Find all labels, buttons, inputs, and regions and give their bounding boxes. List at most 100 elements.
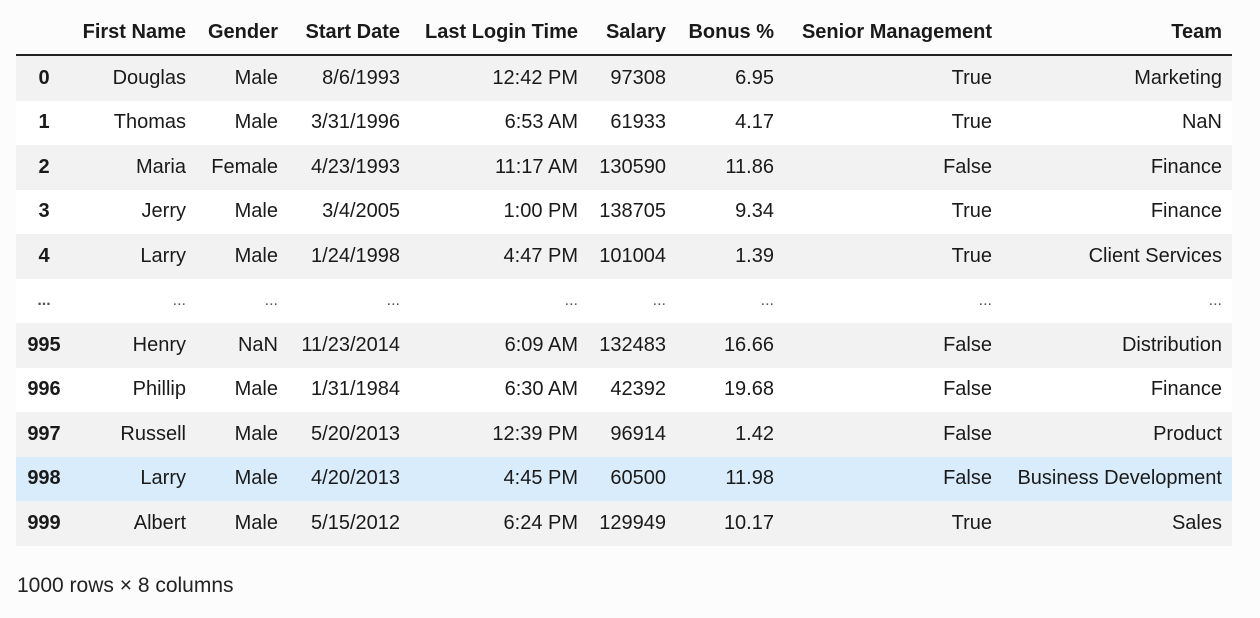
table-row: 4 Larry Male 1/24/1998 4:47 PM 101004 1.39 True… [16, 234, 1232, 279]
header-first-name: First Name [72, 10, 196, 56]
team-cell: ... [1208, 291, 1222, 309]
salary-cell: 130590 [599, 155, 666, 178]
first-name-cell: Larry [140, 467, 186, 490]
table-body: 0 Douglas Male 8/6/1993 12:42 PM 97308 6.95 Tru… [16, 55, 1232, 546]
gender-cell: ... [264, 291, 278, 309]
last-login-time-cell: 1:00 PM [503, 200, 578, 223]
dataframe-table: First Name Gender Start Date Last Login … [16, 10, 1232, 546]
start-date-cell: 3/31/1996 [311, 111, 400, 134]
shape-summary: 1000 rows × 8 columns [17, 574, 234, 597]
row-index: 995 [27, 333, 61, 356]
table-row: 2 Maria Female 4/23/1993 11:17 AM 130590 11.86… [16, 145, 1232, 190]
header-start-date: Start Date [288, 10, 410, 56]
header-bonus: Bonus % [676, 10, 784, 56]
row-index: 4 [38, 244, 50, 267]
gender-cell: Male [234, 111, 278, 134]
first-name-cell: ... [172, 291, 186, 309]
first-name-cell: Douglas [112, 66, 186, 89]
team-cell: Business Development [1017, 467, 1222, 490]
table-header: First Name Gender Start Date Last Login … [16, 10, 1232, 56]
table-row: 996 Phillip Male 1/31/1984 6:30 AM 42392 19.68… [16, 367, 1232, 412]
bonus-cell: 11.98 [725, 467, 774, 490]
last-login-time-cell: 6:30 AM [504, 378, 578, 401]
last-login-time-cell: 4:45 PM [503, 467, 578, 490]
gender-cell: Male [234, 511, 278, 534]
header-last-login-time: Last Login Time [410, 10, 588, 56]
gender-cell: Male [234, 378, 278, 401]
row-index: 998 [27, 467, 61, 490]
header-senior-management: Senior Management [784, 10, 1002, 56]
start-date-cell: 11/23/2014 [301, 333, 400, 356]
row-index: 996 [27, 378, 61, 401]
row-index: 1 [38, 111, 50, 134]
start-date-cell: 5/20/2013 [311, 422, 400, 445]
dataframe-output: First Name Gender Start Date Last Login … [0, 0, 1260, 618]
row-index: 999 [27, 511, 61, 534]
first-name-cell: Phillip [132, 378, 186, 401]
team-cell: NaN [1181, 111, 1222, 134]
salary-cell: 138705 [599, 200, 666, 223]
start-date-cell: 5/15/2012 [311, 511, 400, 534]
table-row: 999 Albert Male 5/15/2012 6:24 PM 129949 10.17… [16, 501, 1232, 546]
row-index: 3 [38, 200, 50, 223]
first-name-cell: Albert [133, 511, 186, 534]
first-name-cell: Henry [132, 333, 186, 356]
last-login-time-cell: 11:17 AM [494, 155, 578, 178]
bonus-cell: 16.66 [723, 333, 774, 356]
last-login-time-cell: 6:53 AM [504, 111, 578, 134]
last-login-time-cell: 4:47 PM [503, 244, 578, 267]
row-index: 2 [38, 155, 50, 178]
gender-cell: Male [234, 422, 278, 445]
bonus-cell: 11.86 [725, 155, 774, 178]
salary-cell: 61933 [610, 111, 666, 134]
team-cell: Marketing [1134, 66, 1222, 89]
senior-management-cell: True [951, 111, 992, 134]
team-cell: Finance [1150, 155, 1222, 178]
first-name-cell: Maria [135, 155, 186, 178]
last-login-time-cell: 12:39 PM [492, 422, 578, 445]
header-salary: Salary [588, 10, 676, 56]
last-login-time-cell: ... [564, 291, 578, 309]
team-cell: Finance [1150, 378, 1222, 401]
first-name-cell: Larry [140, 244, 186, 267]
salary-cell: 101004 [599, 244, 666, 267]
row-index: 0 [38, 66, 50, 89]
header-index [16, 10, 72, 56]
bonus-cell: 1.42 [735, 422, 774, 445]
salary-cell: ... [652, 291, 666, 309]
bonus-cell: 9.34 [735, 200, 774, 223]
salary-cell: 42392 [610, 378, 666, 401]
senior-management-cell: False [943, 422, 992, 445]
gender-cell: Male [234, 244, 278, 267]
team-cell: Client Services [1088, 244, 1222, 267]
row-index: ... [37, 291, 51, 309]
header-row: First Name Gender Start Date Last Login … [16, 10, 1232, 56]
table-row: 3 Jerry Male 3/4/2005 1:00 PM 138705 9.34 True F… [16, 189, 1232, 234]
first-name-cell: Thomas [113, 111, 186, 134]
team-cell: Sales [1171, 511, 1222, 534]
gender-cell: NaN [237, 333, 278, 356]
start-date-cell: ... [386, 291, 400, 309]
table-row: ........................... [16, 278, 1232, 323]
first-name-cell: Jerry [141, 200, 186, 223]
gender-cell: Male [234, 66, 278, 89]
start-date-cell: 1/24/1998 [311, 244, 400, 267]
senior-management-cell: True [951, 200, 992, 223]
senior-management-cell: False [943, 378, 992, 401]
table-row: 995 Henry NaN 11/23/2014 6:09 AM 132483 16.66 F… [16, 323, 1232, 368]
bonus-cell: 6.95 [735, 66, 774, 89]
bonus-cell: 19.68 [723, 378, 774, 401]
senior-management-cell: True [951, 511, 992, 534]
header-team: Team [1002, 10, 1232, 56]
table-row: 997 Russell Male 5/20/2013 12:39 PM 96914 1.42… [16, 412, 1232, 457]
last-login-time-cell: 12:42 PM [492, 66, 578, 89]
gender-cell: Male [234, 200, 278, 223]
bonus-cell: 10.17 [723, 511, 774, 534]
team-cell: Distribution [1121, 333, 1222, 356]
senior-management-cell: False [943, 155, 992, 178]
senior-management-cell: ... [978, 291, 992, 309]
team-cell: Finance [1150, 200, 1222, 223]
first-name-cell: Russell [120, 422, 186, 445]
start-date-cell: 8/6/1993 [322, 66, 400, 89]
bonus-cell: ... [760, 291, 774, 309]
